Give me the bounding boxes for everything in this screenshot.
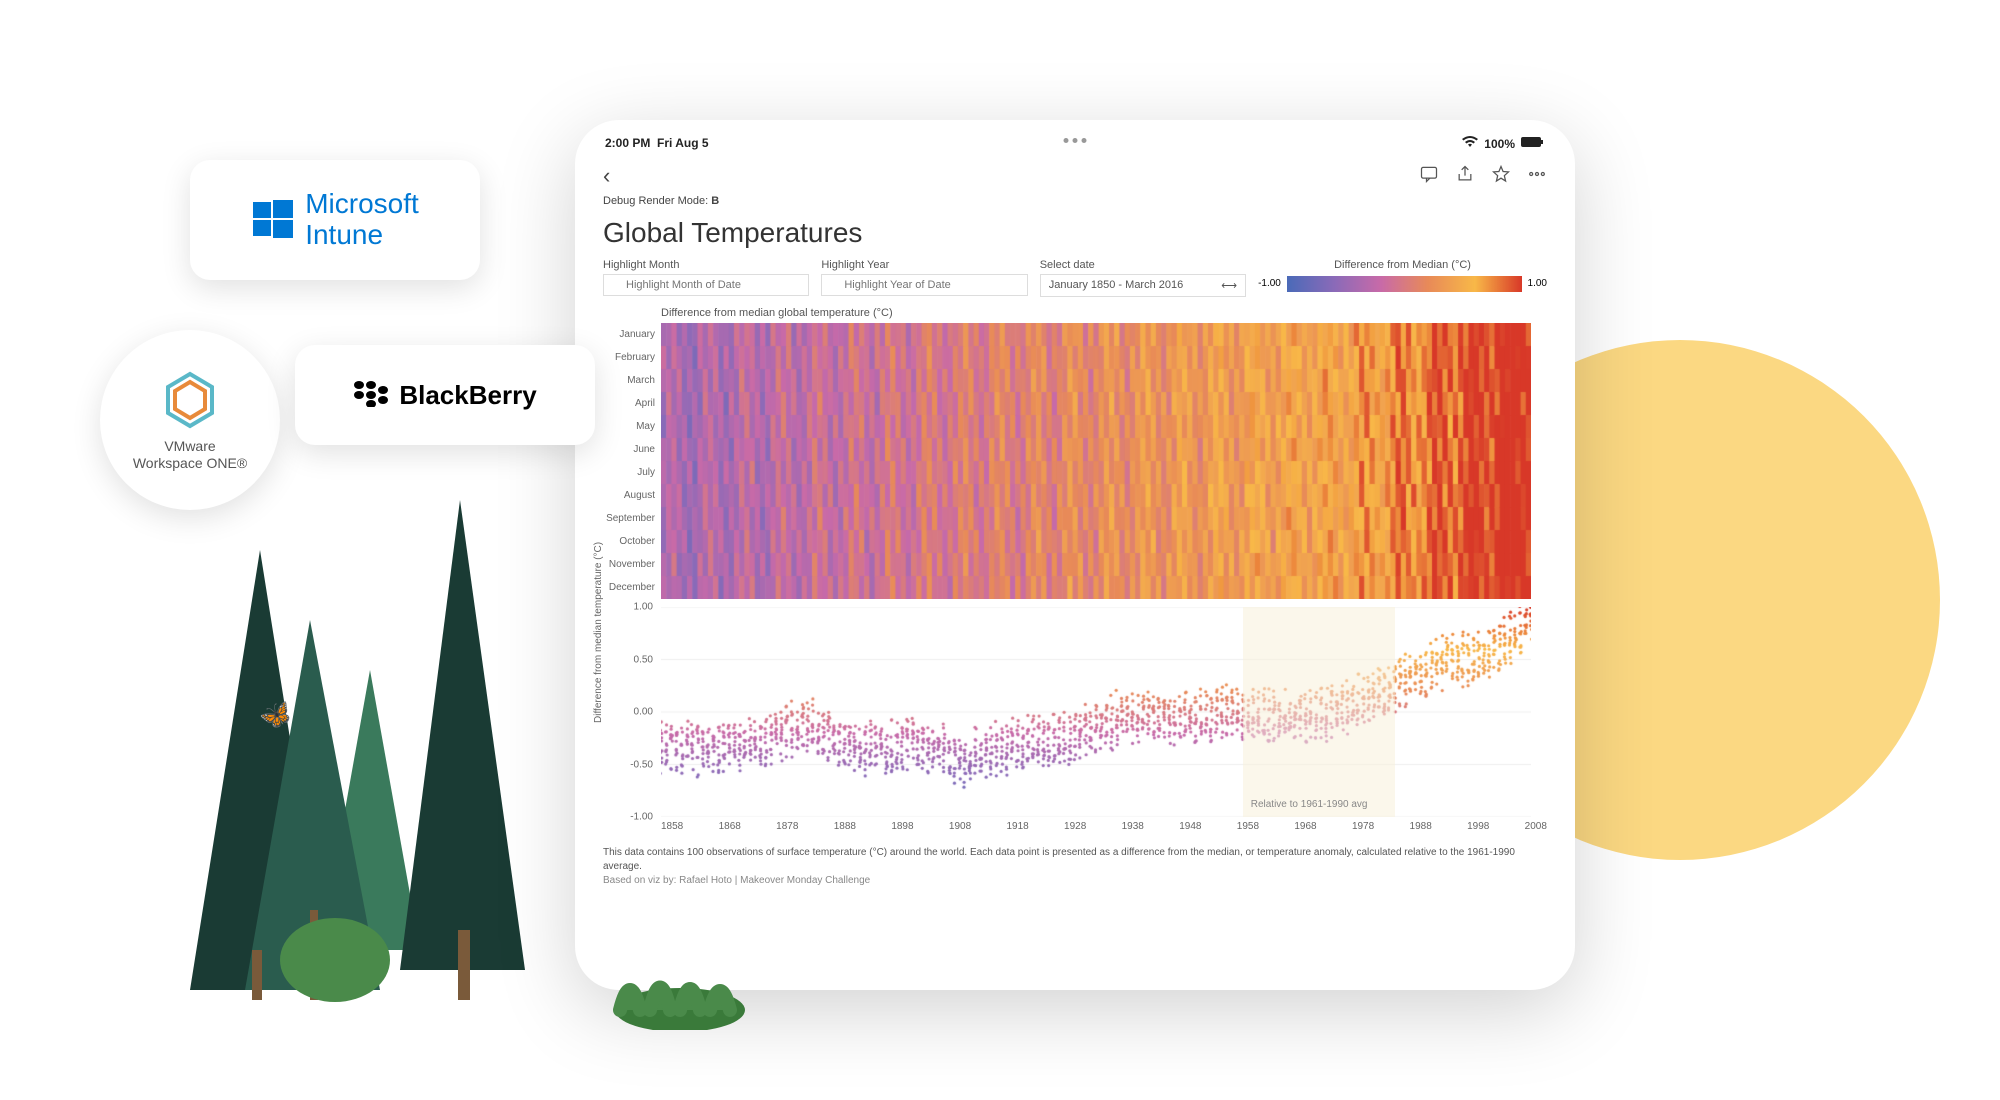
share-icon[interactable] [1455,164,1475,189]
status-date: Fri Aug 5 [657,136,709,150]
filter-year-label: Highlight Year [821,259,1027,271]
blackberry-text: BlackBerry [399,380,536,411]
blackberry-dots-icon [353,379,393,412]
logo-card-blackberry: BlackBerry [295,345,595,445]
reference-period-label: Relative to 1961-1990 avg [1251,799,1368,810]
slider-icon: ⟷ [1221,279,1237,292]
star-icon[interactable] [1491,164,1511,189]
legend-title: Difference from Median (°C) [1258,259,1547,271]
date-range-select[interactable]: January 1850 - March 2016⟷ [1040,274,1246,297]
filter-year-input[interactable] [821,274,1027,296]
footnote: This data contains 100 observations of s… [579,836,1571,898]
tablet-screen: 2:00 PM Fri Aug 5 100% ‹ Deb [579,124,1571,986]
vmware-hexagon-icon [158,368,222,432]
multitask-dots[interactable] [1064,138,1087,143]
scatter-chart[interactable] [661,607,1531,817]
debug-mode-label: Debug Render Mode: B [579,193,1571,209]
filter-month-label: Highlight Month [603,259,809,271]
heatmap-chart[interactable] [661,323,1531,599]
battery-percent: 100% [1484,137,1515,151]
tablet-device: 2:00 PM Fri Aug 5 100% ‹ Deb [575,120,1575,990]
decorative-trees [190,470,610,1010]
more-icon[interactable] [1527,164,1547,189]
vmware-text-1: VMware [164,438,215,454]
decorative-bush [600,960,760,1030]
status-bar: 2:00 PM Fri Aug 5 100% [579,124,1571,157]
logo-card-intune: MicrosoftIntune [190,160,480,280]
legend-max: 1.00 [1528,278,1547,289]
heatmap-y-labels: JanuaryFebruaryMarchAprilMayJuneJulyAugu… [603,323,661,599]
legend-min: -1.00 [1258,278,1281,289]
dashboard-title: Global Temperatures [579,209,1571,259]
scatter-y-axis-label: Difference from median temperature (°C) [593,542,604,723]
filter-month-input[interactable] [603,274,809,296]
comment-icon[interactable] [1419,164,1439,189]
battery-icon [1521,136,1545,151]
windows-icon [251,198,295,242]
filter-date-label: Select date [1040,259,1246,271]
color-legend-bar [1287,276,1522,292]
intune-text-1: Microsoft [305,188,419,219]
app-toolbar: ‹ [579,157,1571,193]
heatmap-title: Difference from median global temperatur… [661,307,1547,319]
intune-text-2: Intune [305,219,383,250]
scatter-x-ticks: 1858186818781888189819081918192819381948… [661,821,1547,832]
status-time: 2:00 PM [605,136,650,150]
wifi-icon [1462,136,1478,151]
scatter-y-ticks: 1.000.500.00-0.50-1.00 [627,607,657,817]
logo-card-vmware: VMwareWorkspace ONE® [100,330,280,510]
vmware-text-2: Workspace ONE® [133,455,247,471]
back-button[interactable]: ‹ [603,163,610,189]
